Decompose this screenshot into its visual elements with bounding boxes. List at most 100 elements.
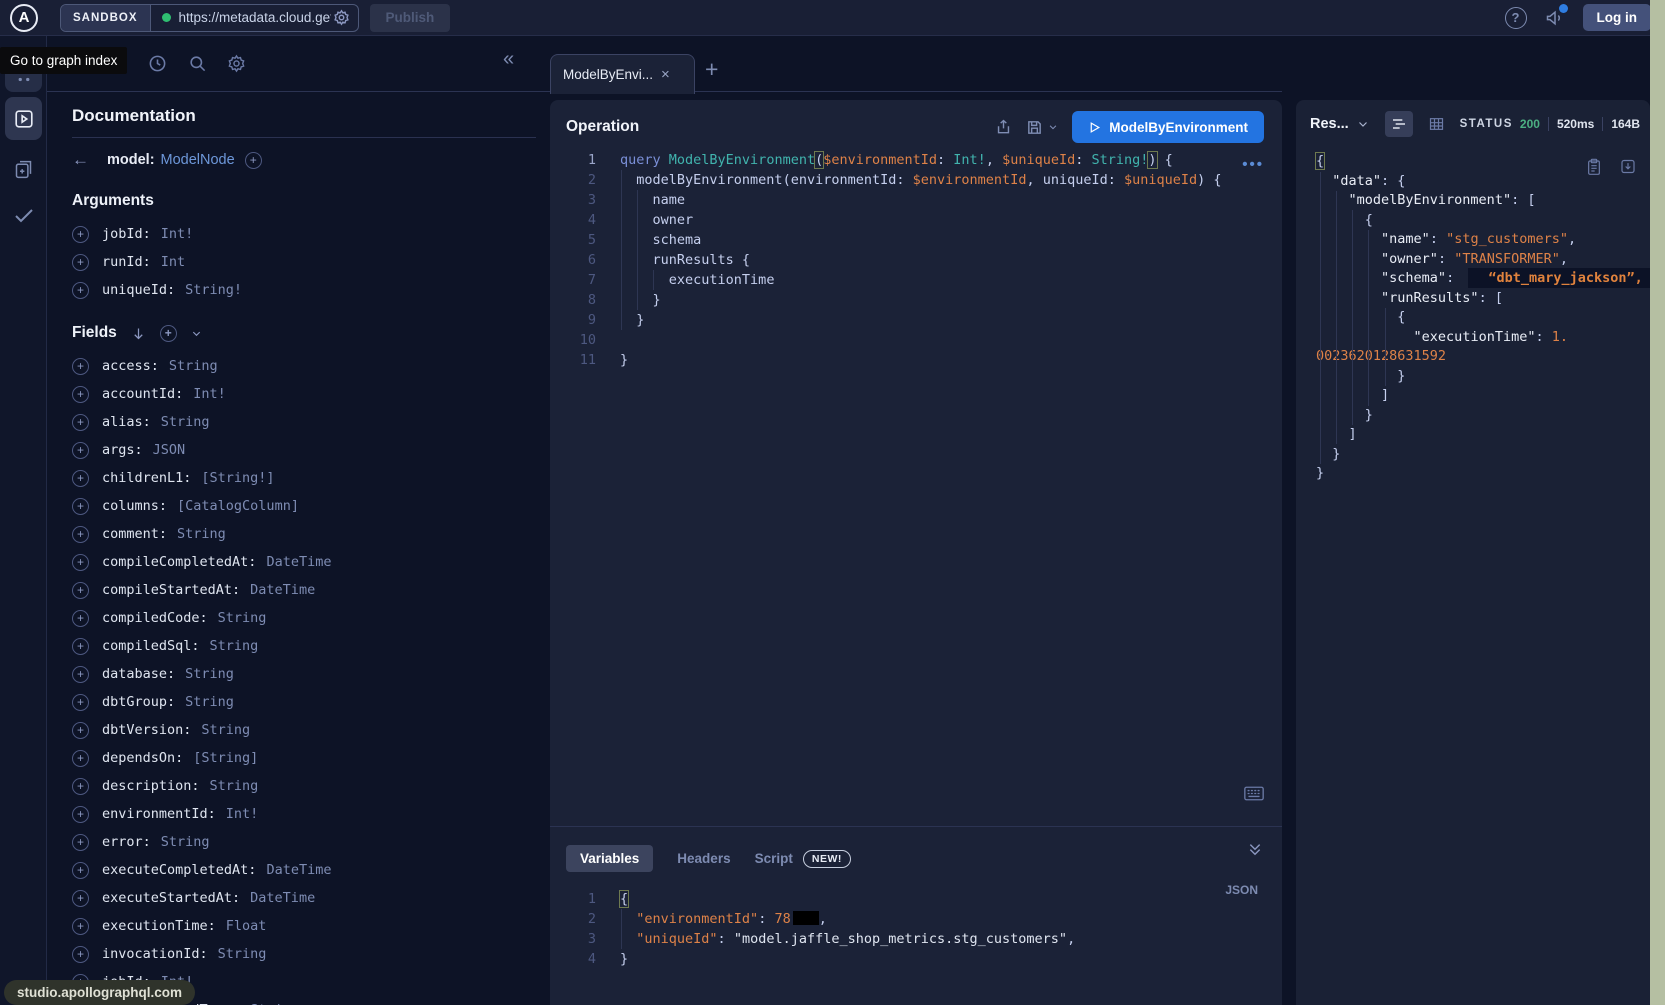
- field-type[interactable]: String: [210, 638, 259, 654]
- add-to-query-icon[interactable]: +: [72, 498, 89, 515]
- add-to-query-icon[interactable]: +: [72, 918, 89, 935]
- field-type[interactable]: Float: [226, 918, 267, 934]
- add-to-query-icon[interactable]: +: [72, 386, 89, 403]
- tab-close-icon[interactable]: ×: [661, 66, 670, 83]
- add-to-query-icon[interactable]: +: [72, 750, 89, 767]
- field-row[interactable]: + error: String: [72, 828, 543, 856]
- field-type[interactable]: Int!: [193, 386, 226, 402]
- breadcrumb-type[interactable]: ModelNode: [161, 152, 235, 168]
- field-row[interactable]: +compileCompletedAt:DateTime: [72, 548, 543, 576]
- history-icon[interactable]: [148, 54, 167, 73]
- field-type[interactable]: JSON: [153, 442, 186, 458]
- add-to-query-icon[interactable]: +: [72, 254, 89, 271]
- operation-editor[interactable]: 1query ModelByEnvironment($environmentId…: [550, 150, 1282, 370]
- field-name[interactable]: childrenL1:: [102, 470, 191, 486]
- field-type[interactable]: [String!]: [201, 470, 274, 486]
- tab-headers[interactable]: Headers: [677, 851, 730, 866]
- add-to-query-icon[interactable]: +: [72, 778, 89, 795]
- response-title[interactable]: Res...: [1310, 116, 1349, 132]
- save-icon[interactable]: [1026, 119, 1043, 136]
- field-row[interactable]: +executeCompletedAt:DateTime: [72, 856, 543, 884]
- field-name[interactable]: comment:: [102, 526, 167, 542]
- field-type[interactable]: DateTime: [266, 554, 331, 570]
- add-field-icon[interactable]: +: [245, 152, 262, 169]
- field-name[interactable]: error:: [102, 834, 151, 850]
- sort-arrow-icon[interactable]: [131, 326, 146, 341]
- field-type[interactable]: String: [177, 526, 226, 542]
- field-type[interactable]: String: [201, 722, 250, 738]
- add-to-query-icon[interactable]: +: [72, 610, 89, 627]
- field-row[interactable]: +args:JSON: [72, 436, 543, 464]
- field-type[interactable]: String: [210, 778, 259, 794]
- login-button[interactable]: Log in: [1583, 4, 1652, 31]
- field-type[interactable]: Int!: [226, 806, 259, 822]
- field-row[interactable]: + access: String: [72, 352, 543, 380]
- field-name[interactable]: uniqueId:: [102, 282, 175, 298]
- add-to-query-icon[interactable]: +: [72, 526, 89, 543]
- response-viewer[interactable]: { "data": { "modelByEnvironment": [ { "n…: [1296, 152, 1650, 484]
- new-tab-button[interactable]: +: [705, 56, 718, 83]
- field-name[interactable]: compileCompletedAt:: [102, 554, 256, 570]
- add-to-query-icon[interactable]: +: [72, 638, 89, 655]
- field-row[interactable]: +invocationId:String: [72, 940, 543, 968]
- field-name[interactable]: args:: [102, 442, 143, 458]
- field-row[interactable]: + description: String: [72, 772, 543, 800]
- field-name[interactable]: executeStartedAt:: [102, 890, 240, 906]
- collections-icon[interactable]: [5, 154, 42, 184]
- add-to-query-icon[interactable]: +: [72, 834, 89, 851]
- field-row[interactable]: + environmentId: Int!: [72, 800, 543, 828]
- field-type[interactable]: Int: [161, 254, 185, 270]
- add-to-query-icon[interactable]: +: [72, 890, 89, 907]
- field-row[interactable]: + dbtVersion: String: [72, 716, 543, 744]
- collapse-docs-icon[interactable]: «: [503, 48, 514, 71]
- add-to-query-icon[interactable]: +: [72, 226, 89, 243]
- field-type[interactable]: String: [161, 834, 210, 850]
- add-to-query-icon[interactable]: +: [72, 694, 89, 711]
- field-type[interactable]: String: [161, 414, 210, 430]
- field-name[interactable]: access:: [102, 358, 159, 374]
- endpoint-settings-icon[interactable]: [333, 9, 350, 26]
- add-to-query-icon[interactable]: +: [72, 358, 89, 375]
- field-type[interactable]: String: [169, 358, 218, 374]
- field-type[interactable]: DateTime: [250, 890, 315, 906]
- field-type[interactable]: String: [218, 946, 267, 962]
- field-name[interactable]: dependsOn:: [102, 750, 183, 766]
- add-to-query-icon[interactable]: +: [72, 666, 89, 683]
- tab-variables[interactable]: Variables: [566, 845, 653, 872]
- download-response-icon[interactable]: [1620, 158, 1636, 176]
- argument-row[interactable]: + jobId: Int!: [72, 220, 543, 248]
- field-name[interactable]: jobId:: [102, 226, 151, 242]
- field-name[interactable]: description:: [102, 778, 200, 794]
- add-to-query-icon[interactable]: +: [72, 470, 89, 487]
- field-type[interactable]: [CatalogColumn]: [177, 498, 299, 514]
- apollo-logo[interactable]: A: [10, 4, 38, 32]
- field-name[interactable]: compiledSql:: [102, 638, 200, 654]
- fields-menu-chevron-icon[interactable]: [191, 328, 202, 339]
- field-type[interactable]: Int!: [161, 226, 194, 242]
- field-name[interactable]: dbtGroup:: [102, 694, 175, 710]
- copy-response-icon[interactable]: [1586, 158, 1602, 176]
- save-menu-chevron-icon[interactable]: [1048, 122, 1058, 132]
- checklist-icon[interactable]: [5, 202, 42, 228]
- add-to-query-icon[interactable]: +: [72, 414, 89, 431]
- field-name[interactable]: compileStartedAt:: [102, 582, 240, 598]
- add-to-query-icon[interactable]: +: [72, 946, 89, 963]
- field-name[interactable]: alias:: [102, 414, 151, 430]
- field-name[interactable]: environmentId:: [102, 806, 216, 822]
- field-name[interactable]: compiledCode:: [102, 610, 208, 626]
- add-to-query-icon[interactable]: +: [72, 582, 89, 599]
- field-name[interactable]: executeCompletedAt:: [102, 862, 256, 878]
- back-arrow-icon[interactable]: ←: [72, 150, 89, 170]
- field-row[interactable]: +accountId:Int!: [72, 380, 543, 408]
- field-row[interactable]: + executeStartedAt: DateTime: [72, 884, 543, 912]
- field-name[interactable]: dbtVersion:: [102, 722, 191, 738]
- field-type[interactable]: DateTime: [250, 582, 315, 598]
- operation-tab[interactable]: ModelByEnvi... ×: [550, 54, 695, 94]
- add-to-query-icon[interactable]: +: [72, 806, 89, 823]
- table-view-toggle-icon[interactable]: [1423, 111, 1451, 137]
- collapse-panel-icon[interactable]: [1248, 843, 1262, 857]
- add-to-query-icon[interactable]: +: [72, 722, 89, 739]
- field-type[interactable]: String: [218, 610, 267, 626]
- field-row[interactable]: + alias: String: [72, 408, 543, 436]
- add-to-query-icon[interactable]: +: [72, 282, 89, 299]
